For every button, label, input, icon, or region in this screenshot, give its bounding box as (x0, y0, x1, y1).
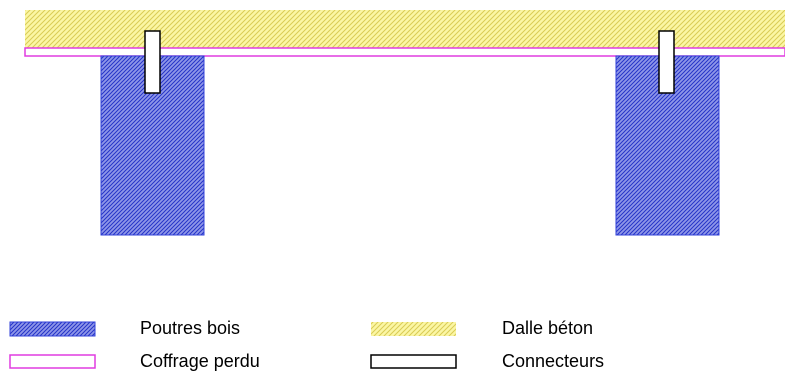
legend-swatch-concrete-slab (371, 322, 456, 336)
composite-floor-section-diagram (9, 10, 785, 369)
legend-swatch-timber-beams (9, 321, 96, 337)
legend-label-concrete-slab: Dalle béton (502, 318, 594, 338)
connector-right (658, 30, 675, 94)
connector-left (144, 30, 161, 94)
legend-label-connectors: Connecteurs (502, 351, 605, 371)
legend-swatch-lost-formwork (9, 354, 96, 369)
legend-label-lost-formwork: Coffrage perdu (140, 351, 260, 371)
legend-swatch-connectors (370, 354, 457, 369)
legend-label-timber-beams: Poutres bois (140, 318, 241, 338)
